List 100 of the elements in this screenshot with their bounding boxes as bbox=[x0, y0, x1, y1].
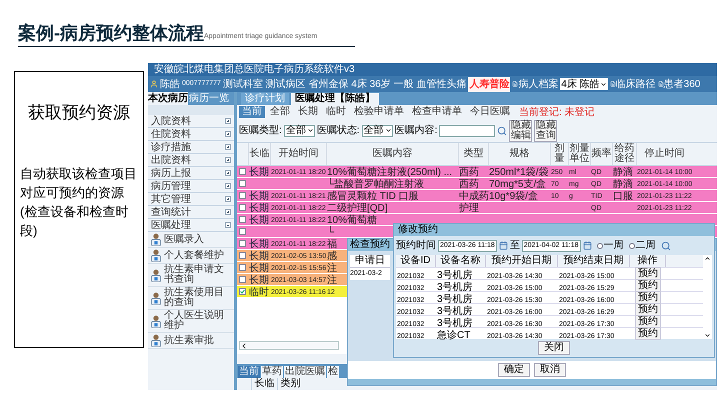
sidebar-subitem[interactable]: 个人医生说明维护 bbox=[148, 310, 234, 333]
book-button[interactable]: 预约 bbox=[635, 267, 661, 280]
table-cell: 急诊CT bbox=[437, 330, 470, 340]
table-cell: 二级护理[QD] bbox=[327, 202, 388, 214]
table-cell: 临时 bbox=[249, 286, 269, 298]
note-text: 自动获取该检查项目对应可预约的资源(检查设备和检查时段) bbox=[20, 164, 138, 240]
content-field[interactable] bbox=[439, 124, 496, 136]
sidebar-item[interactable]: 查询统计 bbox=[148, 206, 234, 219]
patient-info: 测试科室 测试病区 省州金保 4床 36岁 一般 血管性头痛 bbox=[222, 78, 466, 92]
dialog-button[interactable]: 取消 bbox=[534, 363, 566, 377]
sidebar-subitem[interactable]: 抗生素使用目的查询 bbox=[148, 287, 234, 310]
bottom-tab[interactable]: 检 bbox=[327, 366, 339, 378]
table-cell: 长期 bbox=[249, 202, 269, 214]
document-icon bbox=[512, 81, 518, 87]
filter-tab[interactable]: 长期 bbox=[295, 106, 321, 118]
table-cell: 注 bbox=[327, 274, 337, 286]
table-cell: 10g*9袋/盒 bbox=[489, 190, 538, 202]
column-header: 给药途径 bbox=[614, 144, 636, 164]
column-header: 长临 bbox=[251, 378, 277, 390]
calendar-icon[interactable] bbox=[582, 241, 592, 250]
filter-tab[interactable]: 全部 bbox=[267, 106, 293, 118]
row-checkbox[interactable] bbox=[239, 288, 246, 295]
toggle-button[interactable]: 隐藏编辑 bbox=[509, 120, 532, 142]
bottom-tab[interactable]: 草药 bbox=[261, 366, 283, 378]
filter-select[interactable]: 全部 bbox=[284, 124, 315, 136]
sidebar-item[interactable]: 住院资料 bbox=[148, 128, 234, 141]
expand-icon[interactable] bbox=[225, 131, 231, 137]
table-cell: 3号机房 bbox=[437, 270, 473, 280]
book-button[interactable]: 预约 bbox=[635, 327, 661, 340]
row-checkbox[interactable] bbox=[239, 240, 246, 247]
table-cell: 3号机房 bbox=[437, 318, 473, 328]
sidebar-subitem[interactable]: 抗生素审批 bbox=[148, 333, 234, 349]
column-header: 停止时间 bbox=[644, 149, 684, 159]
search-icon[interactable] bbox=[660, 240, 670, 250]
filter-tab[interactable]: 当前 bbox=[239, 106, 265, 118]
toggle-button[interactable]: 隐藏查询 bbox=[534, 120, 558, 142]
expand-icon[interactable] bbox=[225, 170, 231, 176]
row-checkbox[interactable] bbox=[239, 276, 246, 283]
toolbar-link[interactable]: 病人档案 bbox=[512, 76, 558, 92]
book-button[interactable]: 预约 bbox=[635, 291, 661, 304]
toolbar-link[interactable]: 患者360 bbox=[658, 76, 700, 92]
dialog-button[interactable]: 确定 bbox=[498, 363, 530, 377]
row-checkbox[interactable] bbox=[239, 204, 246, 211]
sidebar-item[interactable]: 入院资料 bbox=[148, 115, 234, 128]
table-cell: 70mg*5支/盒 bbox=[489, 178, 546, 190]
bottom-tab[interactable]: 当前 bbox=[238, 366, 260, 378]
row-checkbox[interactable] bbox=[239, 216, 246, 223]
expand-icon[interactable] bbox=[225, 144, 231, 150]
search-icon[interactable] bbox=[497, 126, 508, 136]
toolbar-link[interactable]: 临床路径 bbox=[610, 76, 656, 92]
bottom-tab[interactable]: 出院医嘱 bbox=[284, 366, 326, 378]
filter-tab[interactable]: 检验申请单 bbox=[351, 106, 407, 118]
scroll-down-icon[interactable] bbox=[704, 332, 711, 339]
calendar-icon[interactable] bbox=[498, 241, 508, 250]
table-cell: 长期 bbox=[249, 250, 269, 262]
table-cell: 长期 bbox=[249, 262, 269, 274]
sidebar-item[interactable]: 诊疗措施 bbox=[148, 141, 234, 154]
main-tab[interactable]: 医嘱处理【陈皓】 bbox=[291, 93, 379, 105]
sidebar-subitem[interactable]: 个人套餐维护 bbox=[148, 248, 234, 264]
table-cell: 250ml*1袋/袋 bbox=[489, 166, 548, 178]
book-button[interactable]: 预约 bbox=[635, 303, 661, 316]
row-checkbox[interactable] bbox=[239, 264, 246, 271]
book-button[interactable]: 预约 bbox=[635, 279, 661, 292]
table-cell: 西药 bbox=[459, 178, 479, 190]
row-checkbox[interactable] bbox=[239, 252, 246, 259]
row-checkbox[interactable] bbox=[239, 192, 246, 199]
filter-tab[interactable]: 临时 bbox=[323, 106, 349, 118]
row-checkbox[interactable] bbox=[239, 180, 246, 187]
sidebar-subitem[interactable]: 医嘱录入 bbox=[148, 232, 234, 248]
expand-icon[interactable] bbox=[225, 183, 231, 189]
filter-select[interactable]: 全部 bbox=[362, 124, 393, 136]
dialog-title: 修改预约 bbox=[394, 224, 714, 236]
sidebar-item[interactable]: 出院资料 bbox=[148, 154, 234, 167]
sidebar-tab[interactable]: 本次病历 bbox=[148, 92, 188, 105]
book-button[interactable]: 预约 bbox=[635, 315, 661, 328]
table-cell: 长期 bbox=[249, 166, 269, 178]
filter-label: 医嘱类型: bbox=[239, 124, 282, 138]
filter-tab[interactable]: 今日医嘱 bbox=[467, 106, 513, 118]
expand-icon[interactable] bbox=[225, 118, 231, 124]
sidebar-item[interactable]: 其它管理 bbox=[148, 193, 234, 206]
row-checkbox[interactable] bbox=[239, 168, 246, 175]
filter-label: 医嘱状态: bbox=[316, 124, 360, 138]
scroll-up-icon[interactable] bbox=[704, 255, 711, 262]
scroll-left-icon[interactable] bbox=[240, 342, 248, 350]
range-radio[interactable]: 二周 bbox=[628, 238, 656, 253]
filter-tab[interactable]: 检查申请单 bbox=[409, 106, 465, 118]
expand-icon[interactable] bbox=[225, 196, 231, 202]
sidebar-item[interactable]: 病历上报 bbox=[148, 167, 234, 180]
expand-icon[interactable] bbox=[225, 209, 231, 215]
collapse-icon[interactable] bbox=[225, 222, 231, 228]
sidebar-item[interactable]: 病历管理 bbox=[148, 180, 234, 193]
patient-select[interactable]: 4床 陈皓 bbox=[560, 78, 608, 90]
row-checkbox[interactable] bbox=[239, 228, 246, 235]
range-radio[interactable]: 一周 bbox=[596, 238, 624, 253]
close-button[interactable]: 关闭 bbox=[538, 341, 570, 355]
expand-icon[interactable] bbox=[225, 157, 231, 163]
column-header: 医嘱内容 bbox=[372, 149, 412, 159]
sidebar-item[interactable]: 医嘱处理 bbox=[148, 219, 234, 232]
column-header: 剂量 bbox=[554, 144, 566, 164]
sidebar-subitem[interactable]: 抗生素申请文书查询 bbox=[148, 264, 234, 287]
